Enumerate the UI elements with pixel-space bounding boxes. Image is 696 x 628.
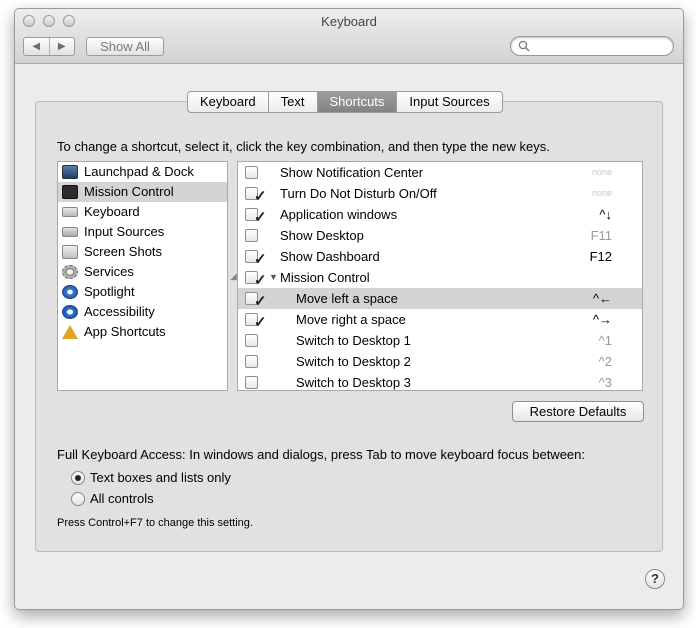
- shortcut-group-label: Mission Control: [280, 270, 370, 285]
- tab-bar: Keyboard Text Shortcuts Input Sources: [187, 91, 503, 113]
- shortcut-label: Switch to Desktop 1: [296, 333, 411, 348]
- shortcut-checkbox[interactable]: ✓: [245, 271, 267, 289]
- tab-text[interactable]: Text: [269, 92, 318, 112]
- category-screen-shots[interactable]: Screen Shots: [58, 242, 227, 262]
- shortcut-row[interactable]: Switch to Desktop 1 ^1: [238, 330, 642, 351]
- shortcut-label: Show Dashboard: [280, 249, 380, 264]
- category-mission-control[interactable]: Mission Control: [58, 182, 227, 202]
- category-input-sources[interactable]: Input Sources: [58, 222, 227, 242]
- shortcut-key[interactable]: F11: [591, 225, 612, 246]
- radio-label-all-controls[interactable]: All controls: [90, 491, 154, 506]
- shortcut-row[interactable]: Show Notification Center none: [238, 162, 642, 183]
- shortcut-label: Move left a space: [296, 291, 398, 306]
- category-keyboard[interactable]: Keyboard: [58, 202, 227, 222]
- disclosure-triangle-icon[interactable]: ▼: [269, 267, 278, 288]
- category-app-shortcuts[interactable]: App Shortcuts: [58, 322, 227, 342]
- shortcut-checkbox[interactable]: ✓: [245, 187, 267, 205]
- shortcut-checkbox[interactable]: ✓: [245, 313, 267, 331]
- mission-control-icon: [62, 185, 78, 199]
- shortcut-row[interactable]: Switch to Desktop 2 ^2: [238, 351, 642, 372]
- input-sources-icon: [62, 227, 78, 237]
- gear-icon: [62, 265, 78, 279]
- shortcut-row[interactable]: ✓ Turn Do Not Disturb On/Off none: [238, 183, 642, 205]
- shortcut-checkbox[interactable]: [245, 376, 258, 389]
- category-label: Services: [84, 264, 134, 279]
- shortcut-label: Switch to Desktop 3: [296, 375, 411, 390]
- shortcut-key[interactable]: ^←: [593, 288, 612, 309]
- category-label: Screen Shots: [84, 244, 163, 259]
- search-icon: [518, 40, 530, 52]
- shortcut-checkbox[interactable]: [245, 166, 258, 179]
- app-shortcuts-icon: [62, 325, 78, 339]
- preferences-window: Keyboard ◀ ▶ Show All Keyboard Text Shor…: [14, 8, 684, 610]
- accessibility-icon: [62, 305, 78, 319]
- show-all-button[interactable]: Show All: [86, 37, 164, 56]
- tab-input-sources[interactable]: Input Sources: [397, 92, 501, 112]
- category-label: App Shortcuts: [84, 324, 166, 339]
- radio-label-text-boxes[interactable]: Text boxes and lists only: [90, 470, 231, 485]
- back-forward-control: ◀ ▶: [23, 37, 75, 56]
- shortcut-label: Show Notification Center: [280, 165, 424, 180]
- shortcut-label: Move right a space: [296, 312, 406, 327]
- shortcut-row[interactable]: Show Desktop F11: [238, 225, 642, 246]
- shortcut-row-selected[interactable]: ✓ Move left a space ^←: [238, 288, 642, 310]
- shortcut-label: Show Desktop: [280, 228, 364, 243]
- shortcut-key[interactable]: none: [592, 162, 612, 183]
- shortcut-checkbox[interactable]: [245, 334, 258, 347]
- shortcut-key[interactable]: none: [592, 183, 612, 204]
- category-label: Keyboard: [84, 204, 140, 219]
- shortcut-row[interactable]: ✓ Show Dashboard F12: [238, 246, 642, 268]
- keyboard-icon: [62, 207, 78, 217]
- tab-keyboard[interactable]: Keyboard: [188, 92, 269, 112]
- restore-defaults-button[interactable]: Restore Defaults: [512, 401, 644, 422]
- shortcut-key[interactable]: ^→: [593, 309, 612, 330]
- shortcut-list: Show Notification Center none ✓ Turn Do …: [237, 161, 643, 391]
- shortcut-checkbox[interactable]: [245, 355, 258, 368]
- category-list: Launchpad & Dock Mission Control Keyboar…: [57, 161, 228, 391]
- splitter-handle[interactable]: ◢: [230, 271, 237, 282]
- tab-shortcuts[interactable]: Shortcuts: [317, 92, 398, 112]
- shortcut-key[interactable]: ^3: [599, 372, 612, 390]
- category-launchpad-dock[interactable]: Launchpad & Dock: [58, 162, 227, 182]
- shortcut-key[interactable]: F12: [590, 246, 612, 267]
- title-bar: Keyboard ◀ ▶ Show All: [15, 9, 683, 64]
- category-spotlight[interactable]: Spotlight: [58, 282, 227, 302]
- screenshot-icon: [62, 245, 78, 259]
- keyboard-hint-text: Press Control+F7 to change this setting.: [57, 517, 253, 529]
- category-label: Accessibility: [84, 304, 155, 319]
- shortcut-row[interactable]: ✓ Application windows ^↓: [238, 204, 642, 226]
- category-label: Launchpad & Dock: [84, 164, 194, 179]
- shortcut-key[interactable]: ^2: [599, 351, 612, 372]
- shortcut-label: Turn Do Not Disturb On/Off: [280, 186, 437, 201]
- radio-text-boxes[interactable]: [71, 471, 85, 485]
- back-arrow-icon[interactable]: ◀: [24, 38, 50, 55]
- search-field[interactable]: [510, 36, 674, 56]
- category-label: Mission Control: [84, 184, 174, 199]
- forward-arrow-icon[interactable]: ▶: [50, 38, 75, 55]
- category-label: Input Sources: [84, 224, 165, 239]
- shortcut-group-row[interactable]: ✓ ▼ Mission Control: [238, 267, 642, 289]
- shortcut-key[interactable]: ^1: [599, 330, 612, 351]
- shortcut-key[interactable]: ^↓: [599, 204, 612, 225]
- instructions-text: To change a shortcut, select it, click t…: [57, 139, 550, 154]
- radio-all-controls[interactable]: [71, 492, 85, 506]
- shortcut-checkbox[interactable]: ✓: [245, 292, 267, 310]
- help-button[interactable]: ?: [645, 569, 665, 589]
- shortcut-row[interactable]: ✓ Move right a space ^→: [238, 309, 642, 331]
- category-accessibility[interactable]: Accessibility: [58, 302, 227, 322]
- category-label: Spotlight: [84, 284, 135, 299]
- spotlight-icon: [62, 285, 78, 299]
- shortcut-checkbox[interactable]: ✓: [245, 250, 267, 268]
- shortcut-label: Switch to Desktop 2: [296, 354, 411, 369]
- shortcut-label: Application windows: [280, 207, 398, 222]
- shortcut-row[interactable]: Switch to Desktop 3 ^3: [238, 372, 642, 390]
- full-keyboard-access-label: Full Keyboard Access: In windows and dia…: [57, 447, 585, 462]
- shortcut-checkbox[interactable]: [245, 229, 258, 242]
- launchpad-icon: [62, 165, 78, 179]
- category-services[interactable]: Services: [58, 262, 227, 282]
- shortcut-checkbox[interactable]: ✓: [245, 208, 267, 226]
- window-title: Keyboard: [321, 14, 377, 29]
